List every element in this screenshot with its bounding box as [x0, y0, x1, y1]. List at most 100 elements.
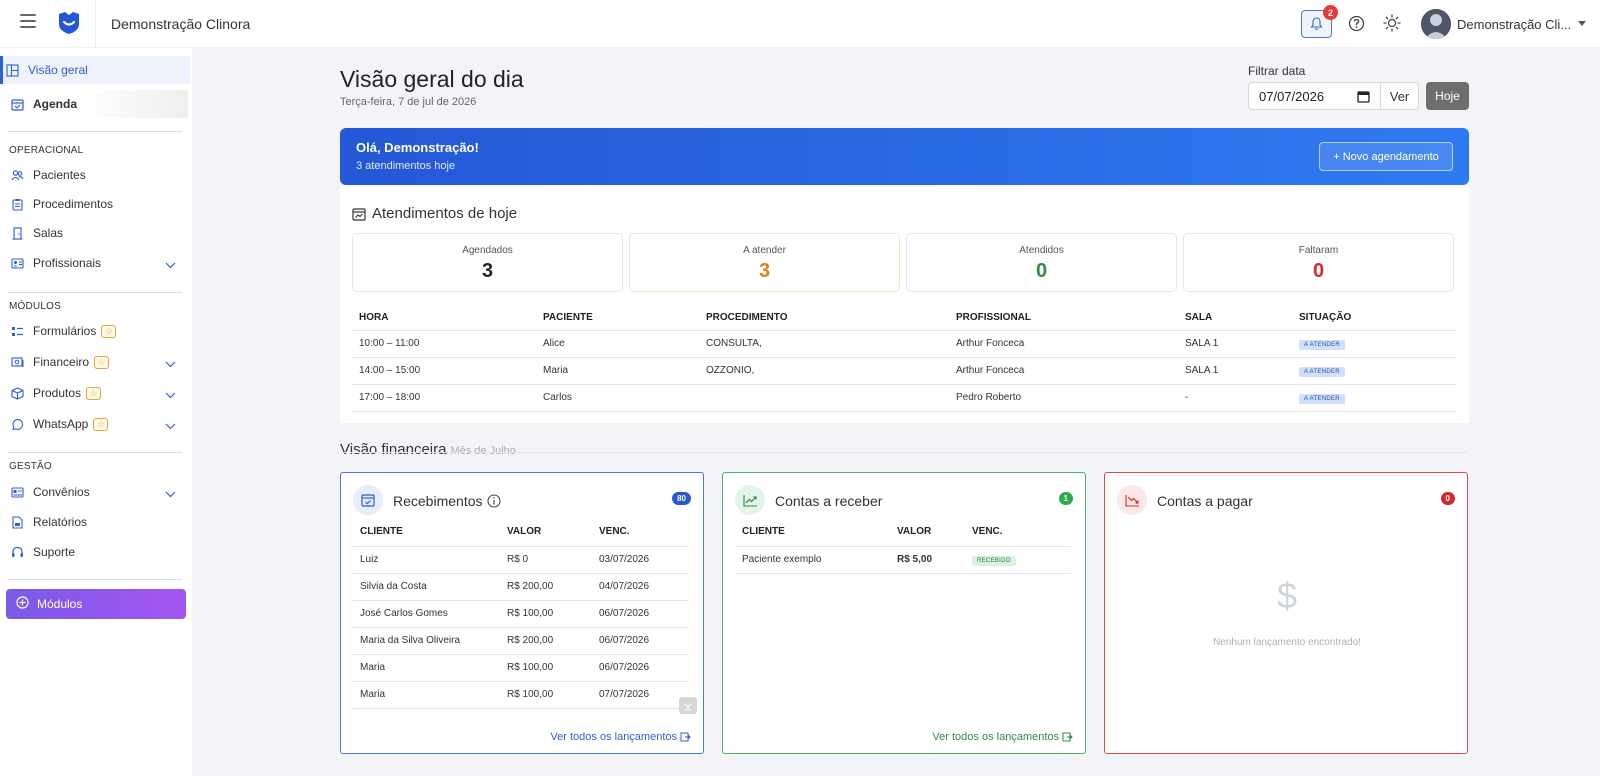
ver-button[interactable]: Ver	[1381, 82, 1419, 110]
sidebar-item-label: Formulários	[33, 324, 97, 338]
column-header: PROFISSIONAL	[949, 306, 1178, 331]
stat-value: 3	[481, 260, 494, 282]
status-badge: A ATENDER	[1299, 339, 1345, 350]
cell-procedimento: OZZONIO,	[699, 357, 949, 385]
recebimentos-see-all-link[interactable]: Ver todos os lançamentos	[550, 731, 691, 743]
sidebar-divider	[8, 579, 182, 580]
sidebar-item-procedimentos[interactable]: Procedimentos	[8, 190, 188, 218]
sidebar-item-label: Procedimentos	[33, 197, 114, 211]
stat-a-atender: A atender 3	[629, 233, 900, 292]
sidebar-item-label: Relatórios	[33, 515, 88, 529]
stat-value: 0	[1312, 260, 1325, 282]
column-header: CLIENTE	[353, 518, 500, 547]
appointments-card: Atendimentos de hoje Agendados 3 A atend…	[340, 185, 1469, 423]
sidebar-section-operacional: OPERACIONAL	[9, 145, 84, 156]
info-icon[interactable]	[486, 494, 501, 508]
contas-receber-card: Contas a receber 1 CLIENTE VALOR VENC. P…	[722, 472, 1086, 754]
cell-valor: R$ 5,00	[890, 546, 965, 574]
scroll-down-button[interactable]	[679, 697, 697, 714]
chevron-down-icon[interactable]	[165, 258, 176, 272]
sidebar-item-agenda[interactable]: Agenda	[8, 90, 188, 118]
column-header: PACIENTE	[536, 306, 699, 331]
sidebar-item-profissionais[interactable]: Profissionais	[8, 249, 188, 277]
app-logo[interactable]	[56, 11, 82, 38]
sidebar-item-label: WhatsApp	[33, 417, 89, 431]
page-date-subtitle: Terça-feira, 7 de jul de 2026	[340, 96, 477, 108]
sidebar-item-pacientes[interactable]: Pacientes	[8, 161, 188, 189]
cell-vencimento: 06/07/2026	[592, 627, 689, 655]
cell-sala: SALA 1	[1178, 330, 1292, 358]
theme-toggle-sun-icon[interactable]	[1383, 14, 1401, 35]
column-header: VENC.	[592, 518, 689, 547]
external-link-icon	[1062, 732, 1073, 742]
chevron-down-icon[interactable]	[165, 487, 176, 501]
cell-vencimento: 06/07/2026	[592, 600, 689, 628]
dollar-icon: $	[1276, 575, 1298, 616]
contas-receber-see-all-link[interactable]: Ver todos os lançamentos	[932, 731, 1073, 743]
cell-cliente: Maria	[353, 654, 500, 682]
list-icon	[10, 324, 24, 338]
table-header-row: HORA PACIENTE PROCEDIMENTO PROFISSIONAL …	[352, 306, 1456, 331]
cell-vencimento: 04/07/2026	[592, 573, 689, 601]
table-row[interactable]: 17:00 – 18:00 Carlos Pedro Roberto - A A…	[352, 384, 1456, 412]
stat-value: 3	[758, 260, 771, 282]
chevron-down-icon[interactable]	[165, 419, 176, 433]
cell-vencimento: 07/07/2026	[592, 681, 689, 709]
recebimentos-card: Recebimentos 80 CLIENTE VALOR VENC. Luiz…	[340, 472, 704, 754]
chevron-down-icon[interactable]	[165, 357, 176, 371]
table-row[interactable]: Maria R$ 100,00 06/07/2026	[353, 654, 689, 682]
sidebar-item-formularios[interactable]: Formulários ☆	[8, 317, 188, 345]
new-appointment-button[interactable]: + Novo agendamento	[1319, 142, 1453, 171]
table-header-row: CLIENTE VALOR VENC.	[353, 518, 689, 547]
sidebar-item-label: Suporte	[33, 545, 76, 559]
notifications-button[interactable]: 2	[1301, 5, 1338, 38]
cell-vencimento: 03/07/2026	[592, 546, 689, 574]
sidebar-item-label: Convênios	[33, 485, 90, 499]
sidebar-item-convenios[interactable]: Convênios	[8, 478, 188, 506]
premium-star-icon: ☆	[93, 417, 109, 431]
status-badge: RECEBIDO	[972, 555, 1016, 566]
table-row[interactable]: Paciente exemplo R$ 5,00 RECEBIDO	[735, 546, 1071, 574]
table-row[interactable]: Luiz R$ 0 03/07/2026	[353, 546, 689, 574]
table-row[interactable]: Maria da Silva Oliveira R$ 200,00 06/07/20…	[353, 627, 689, 655]
sidebar-item-financeiro[interactable]: Financeiro ☆	[8, 348, 188, 376]
sidebar-item-produtos[interactable]: Produtos ☆	[8, 379, 188, 407]
menu-toggle-icon[interactable]	[20, 14, 36, 28]
table-row[interactable]: 10:00 – 11:00 Alice CONSULTA, Arthur Fon…	[352, 330, 1456, 358]
users-icon	[10, 168, 24, 182]
sidebar-divider	[8, 292, 182, 293]
plus-circle-icon	[16, 596, 29, 612]
calendar-icon[interactable]	[1357, 90, 1370, 106]
sidebar-item-visao-geral[interactable]: Visão geral	[0, 56, 190, 84]
stat-label: Atendidos	[1019, 245, 1064, 256]
money-icon	[10, 355, 24, 369]
cell-procedimento: CONSULTA,	[699, 330, 949, 358]
chevron-down-icon[interactable]	[165, 388, 176, 402]
sidebar-item-whatsapp[interactable]: WhatsApp ☆	[8, 410, 188, 438]
door-icon	[10, 226, 24, 240]
cell-valor: R$ 100,00	[500, 654, 592, 682]
table-row[interactable]: Maria R$ 100,00 07/07/2026	[353, 681, 689, 709]
financial-section-title: Visão financeira Mês de Julho	[340, 441, 516, 458]
cell-profissional: Arthur Fonceca	[949, 330, 1178, 358]
sidebar-item-relatorios[interactable]: Relatórios	[8, 508, 188, 536]
hoje-button[interactable]: Hoje	[1426, 82, 1469, 110]
cell-paciente: Maria	[536, 357, 699, 385]
user-menu-caret-icon[interactable]	[1578, 21, 1586, 26]
help-icon[interactable]	[1348, 15, 1365, 35]
sidebar-item-salas[interactable]: Salas	[8, 219, 188, 247]
sidebar-item-label: Financeiro	[33, 355, 90, 369]
external-link-icon	[680, 732, 691, 742]
column-header: VENC.	[965, 518, 1071, 547]
date-filter-label: Filtrar data	[1248, 64, 1306, 78]
modules-button[interactable]: Módulos	[6, 589, 186, 619]
user-name[interactable]: Demonstração Cli...	[1457, 17, 1571, 32]
table-row[interactable]: Silvia da Costa R$ 200,00 04/07/2026	[353, 573, 689, 601]
headset-icon	[10, 545, 24, 559]
sidebar-item-suporte[interactable]: Suporte	[8, 538, 188, 566]
table-row[interactable]: José Carlos Gomes R$ 100,00 06/07/2026	[353, 600, 689, 628]
user-avatar[interactable]	[1421, 9, 1451, 39]
date-filter-input[interactable]: 07/07/2026	[1248, 82, 1381, 110]
table-row[interactable]: 14:00 – 15:00 Maria OZZONIO, Arthur Fonc…	[352, 357, 1456, 385]
cell-valor: R$ 200,00	[500, 573, 592, 601]
